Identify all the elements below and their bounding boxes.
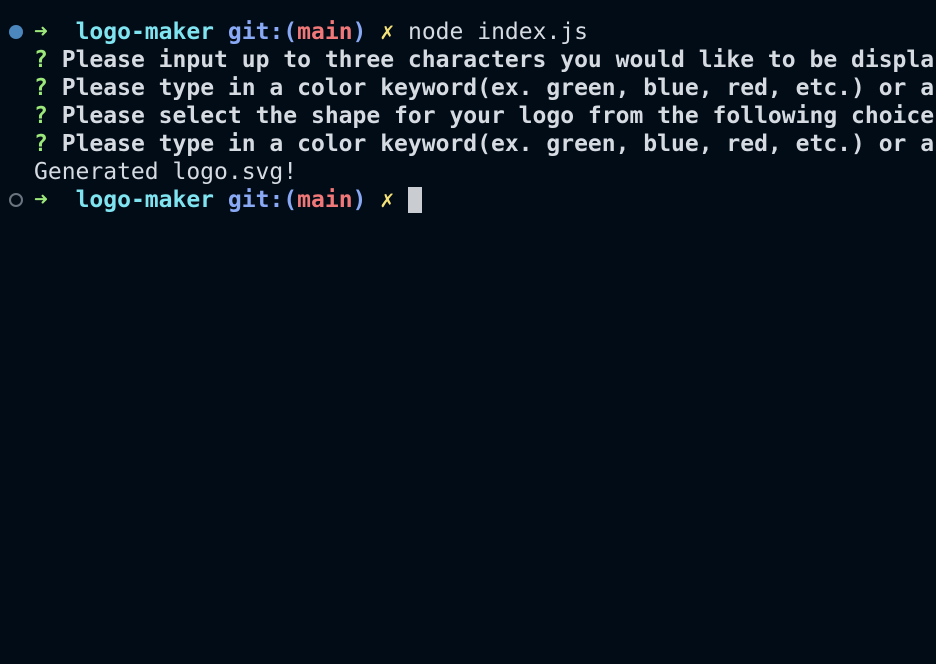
question-text: Please type in a color keyword(ex. green…: [61, 131, 935, 157]
prompt-line-current: ➜ logo-maker git:(main) ✗: [0, 186, 936, 214]
command-status-hollow-circle-icon[interactable]: [9, 193, 23, 207]
prompt-arrow-icon: ➜: [34, 19, 48, 45]
question-text: Please input up to three characters you …: [61, 47, 935, 73]
question-mark: ?: [34, 75, 48, 101]
output-line: Generated logo.svg!: [0, 158, 936, 186]
question-mark: ?: [34, 47, 48, 73]
git-label-close: ): [352, 187, 367, 213]
question-line: ? Please type in a color keyword(ex. gre…: [0, 74, 936, 102]
command-text: node index.js: [407, 19, 588, 45]
prompt-line-command: ➜ logo-maker git:(main) ✗ node index.js: [0, 18, 936, 46]
git-branch: main: [297, 19, 353, 45]
question-text: Please type in a color keyword(ex. green…: [61, 75, 935, 101]
terminal-window[interactable]: ➜ logo-maker git:(main) ✗ node index.js …: [0, 0, 936, 664]
git-dirty-icon: ✗: [380, 187, 395, 213]
git-dirty-icon: ✗: [380, 19, 395, 45]
current-directory: logo-maker: [75, 19, 215, 45]
question-line: ? Please input up to three characters yo…: [0, 46, 936, 74]
question-line: ? Please select the shape for your logo …: [0, 102, 936, 130]
question-text: Please select the shape for your logo fr…: [61, 103, 935, 129]
git-label-open: git:(: [227, 19, 298, 45]
git-branch: main: [297, 187, 353, 213]
output-text: Generated logo.svg!: [34, 159, 298, 185]
current-directory: logo-maker: [75, 187, 215, 213]
git-label-open: git:(: [227, 187, 298, 213]
terminal-cursor[interactable]: [407, 187, 422, 213]
command-status-filled-circle-icon[interactable]: [9, 25, 23, 39]
question-mark: ?: [34, 131, 48, 157]
question-mark: ?: [34, 103, 48, 129]
prompt-arrow-icon: ➜: [34, 187, 48, 213]
question-line: ? Please type in a color keyword(ex. gre…: [0, 130, 936, 158]
git-label-close: ): [352, 19, 367, 45]
